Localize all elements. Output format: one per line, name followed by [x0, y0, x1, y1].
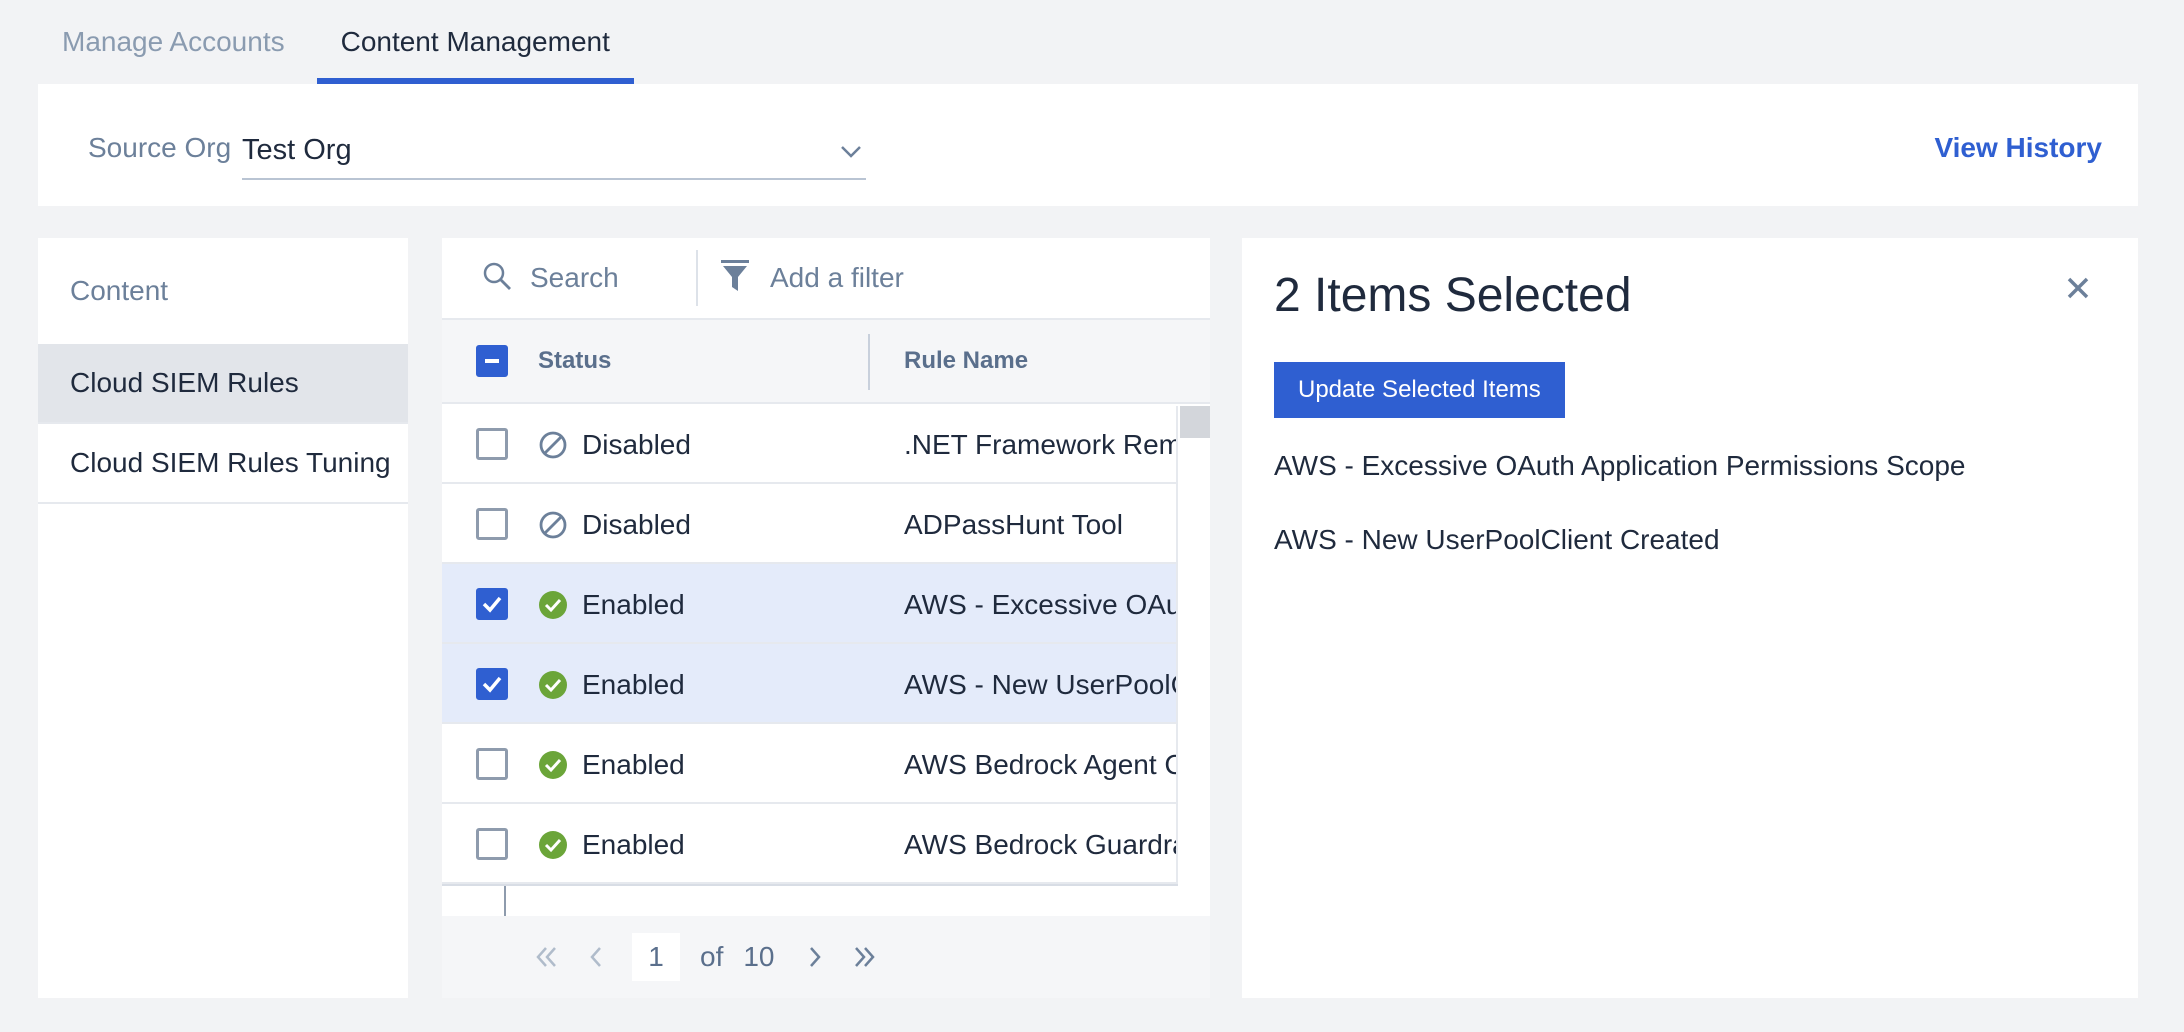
- row-checkbox[interactable]: [476, 748, 508, 780]
- row-checkbox[interactable]: [476, 428, 508, 460]
- rule-name: AWS - New UserPoolClient: [904, 669, 1176, 700]
- rule-name: AWS Bedrock Agent C: [904, 749, 1176, 780]
- search-placeholder: Search: [530, 262, 619, 293]
- row-checkbox[interactable]: [476, 668, 508, 700]
- selected-item: AWS - New UserPoolClient Created: [1274, 524, 1720, 555]
- select-all-checkbox[interactable]: [476, 345, 508, 377]
- rule-name: ADPassHunt Tool: [904, 509, 1123, 540]
- table-toolbar: Search Add a filter: [442, 238, 1210, 320]
- source-org-select[interactable]: Test Org: [242, 120, 866, 180]
- disabled-icon: [538, 430, 568, 465]
- row-checkbox[interactable]: [476, 588, 508, 620]
- row-checkbox[interactable]: [476, 508, 508, 540]
- rule-name: .NET Framework Remote: [904, 429, 1176, 460]
- chevron-down-icon: [838, 138, 864, 169]
- status-text: Enabled: [582, 669, 685, 700]
- status-text: Disabled: [582, 509, 691, 540]
- total-pages: 10: [743, 941, 775, 972]
- column-header-rule-name[interactable]: Rule Name: [904, 347, 1028, 375]
- add-filter-button[interactable]: Add a filter: [698, 259, 904, 298]
- scrollbar-thumb[interactable]: [1180, 406, 1210, 438]
- selection-title: 2 Items Selected: [1274, 269, 1632, 322]
- table-body: Disabled .NET Framework Remote Disabled …: [442, 404, 1210, 884]
- table-row[interactable]: Enabled AWS - New UserPoolClient: [442, 644, 1176, 724]
- rule-name: AWS Bedrock Guardrail: [904, 829, 1176, 860]
- view-history-link[interactable]: View History: [1934, 132, 2102, 164]
- status-text: Enabled: [582, 589, 685, 620]
- content-nav-heading: Content: [70, 275, 169, 306]
- enabled-check-icon: [538, 830, 568, 865]
- source-org-bar: Source Org Test Org View History: [38, 84, 2138, 206]
- search-input[interactable]: Search: [442, 250, 698, 306]
- column-header-status[interactable]: Status: [538, 347, 611, 375]
- update-selected-items-button[interactable]: Update Selected Items: [1274, 362, 1565, 418]
- enabled-check-icon: [538, 670, 568, 705]
- tab-content-management[interactable]: Content Management: [316, 0, 635, 84]
- source-org-value: Test Org: [242, 134, 352, 166]
- last-page-icon[interactable]: [851, 943, 879, 971]
- rules-table-panel: Search Add a filter Status Rule Name Dis…: [442, 238, 1210, 998]
- table-bottom-border: [442, 884, 1178, 886]
- nav-item-cloud-siem-rules[interactable]: Cloud SIEM Rules: [38, 344, 408, 424]
- table-row[interactable]: Disabled ADPassHunt Tool: [442, 484, 1176, 564]
- horizontal-scrollbar-marker: [504, 886, 506, 916]
- source-org-label: Source Org: [88, 132, 232, 163]
- current-page-input[interactable]: 1: [632, 933, 680, 981]
- next-page-icon[interactable]: [805, 943, 825, 971]
- status-text: Disabled: [582, 429, 691, 460]
- tab-manage-accounts[interactable]: Manage Accounts: [38, 0, 309, 84]
- table-row[interactable]: Enabled AWS Bedrock Agent C: [442, 724, 1176, 804]
- close-icon[interactable]: [2064, 274, 2092, 307]
- enabled-check-icon: [538, 750, 568, 785]
- selected-item: AWS - Excessive OAuth Application Permis…: [1274, 450, 1966, 481]
- enabled-check-icon: [538, 590, 568, 625]
- table-header: Status Rule Name: [442, 320, 1210, 404]
- table-row[interactable]: Disabled .NET Framework Remote: [442, 404, 1176, 484]
- status-text: Enabled: [582, 829, 685, 860]
- table-row[interactable]: Enabled AWS Bedrock Guardrail: [442, 804, 1176, 884]
- disabled-icon: [538, 510, 568, 545]
- nav-item-cloud-siem-rules-tuning[interactable]: Cloud SIEM Rules Tuning: [38, 424, 408, 504]
- column-resize-handle[interactable]: [868, 334, 870, 390]
- previous-page-icon[interactable]: [586, 943, 606, 971]
- page-of-label: of: [700, 941, 724, 972]
- top-tabs: Manage Accounts Content Management: [38, 0, 642, 84]
- first-page-icon[interactable]: [532, 943, 560, 971]
- vertical-scrollbar[interactable]: [1176, 406, 1210, 886]
- pagination: 1 of 10: [442, 916, 1210, 998]
- row-checkbox[interactable]: [476, 828, 508, 860]
- content-nav-panel: Content Cloud SIEM Rules Cloud SIEM Rule…: [38, 238, 408, 998]
- status-text: Enabled: [582, 749, 685, 780]
- filter-icon: [720, 259, 750, 298]
- table-row[interactable]: Enabled AWS - Excessive OAuth: [442, 564, 1176, 644]
- selection-panel: 2 Items Selected Update Selected Items A…: [1242, 238, 2138, 998]
- add-filter-label: Add a filter: [770, 262, 904, 293]
- rule-name: AWS - Excessive OAuth: [904, 589, 1176, 620]
- search-icon: [482, 261, 512, 296]
